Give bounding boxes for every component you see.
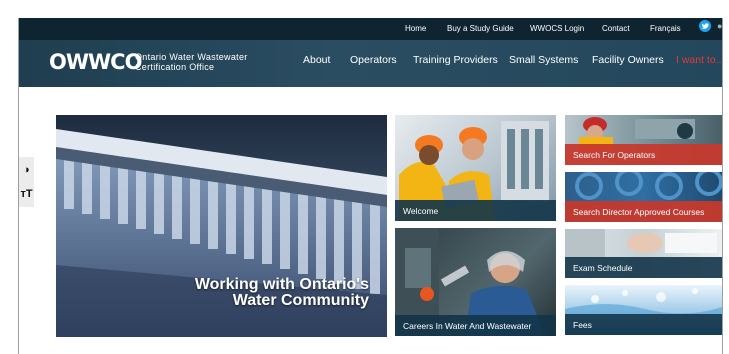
tile-fees[interactable]: Fees	[565, 285, 722, 335]
tile-welcome[interactable]: Welcome	[395, 115, 556, 221]
hero-banner[interactable]: Working with Ontario's Water Community	[56, 115, 387, 337]
tile-search-operators-caption: Search For Operators	[565, 144, 722, 165]
hero-title-line2: Water Community	[232, 292, 369, 309]
nav-facility-owners[interactable]: Facility Owners	[592, 54, 664, 66]
tile-welcome-caption: Welcome	[395, 200, 556, 221]
utility-link-home[interactable]: Home	[405, 24, 426, 33]
utility-link-francais[interactable]: Français	[650, 24, 681, 33]
accessibility-tools: ◑ тT	[19, 157, 34, 207]
tile-search-courses-caption: Search Director Approved Courses	[565, 201, 722, 222]
utility-link-wwocs-login[interactable]: WWOCS Login	[530, 24, 584, 33]
site-header: Home Buy a Study Guide WWOCS Login Conta…	[19, 18, 722, 87]
tile-search-courses[interactable]: Search Director Approved Courses	[565, 172, 722, 222]
contrast-toggle-icon[interactable]: ◑	[19, 159, 34, 181]
tile-exam-schedule[interactable]: Exam Schedule	[565, 229, 722, 278]
tile-search-operators[interactable]: Search For Operators	[565, 115, 722, 165]
tile-exam-schedule-caption: Exam Schedule	[565, 257, 722, 278]
hero-title-line1: Working with Ontario's	[194, 276, 369, 293]
utility-link-study-guide[interactable]: Buy a Study Guide	[447, 24, 514, 33]
logo-tagline: Ontario Water Wastewater Certification O…	[135, 52, 248, 72]
nav-small-systems[interactable]: Small Systems	[509, 54, 578, 66]
hero-title: Working with Ontario's Water Community	[195, 277, 369, 309]
text-size-icon[interactable]: тT	[19, 183, 34, 205]
logo-tagline-line2: Certification Office	[135, 62, 215, 72]
tile-careers-caption: Careers In Water And Wastewater	[395, 315, 556, 336]
nav-operators[interactable]: Operators	[350, 54, 397, 66]
twitter-icon[interactable]	[699, 20, 711, 32]
social-icon[interactable]: ●	[717, 21, 722, 31]
page-frame-right	[722, 18, 723, 354]
logo-tagline-line1: Ontario Water Wastewater	[135, 52, 248, 62]
nav-training-providers[interactable]: Training Providers	[413, 54, 498, 66]
nav-about[interactable]: About	[303, 54, 330, 66]
tile-fees-caption: Fees	[565, 314, 722, 335]
nav-i-want-to[interactable]: I want to...	[676, 54, 722, 66]
utility-link-contact[interactable]: Contact	[602, 24, 630, 33]
tile-careers[interactable]: Careers In Water And Wastewater	[395, 228, 556, 336]
logo-letters: OWWCO	[49, 50, 142, 74]
owwco-logo[interactable]: OWWCO	[49, 50, 142, 74]
